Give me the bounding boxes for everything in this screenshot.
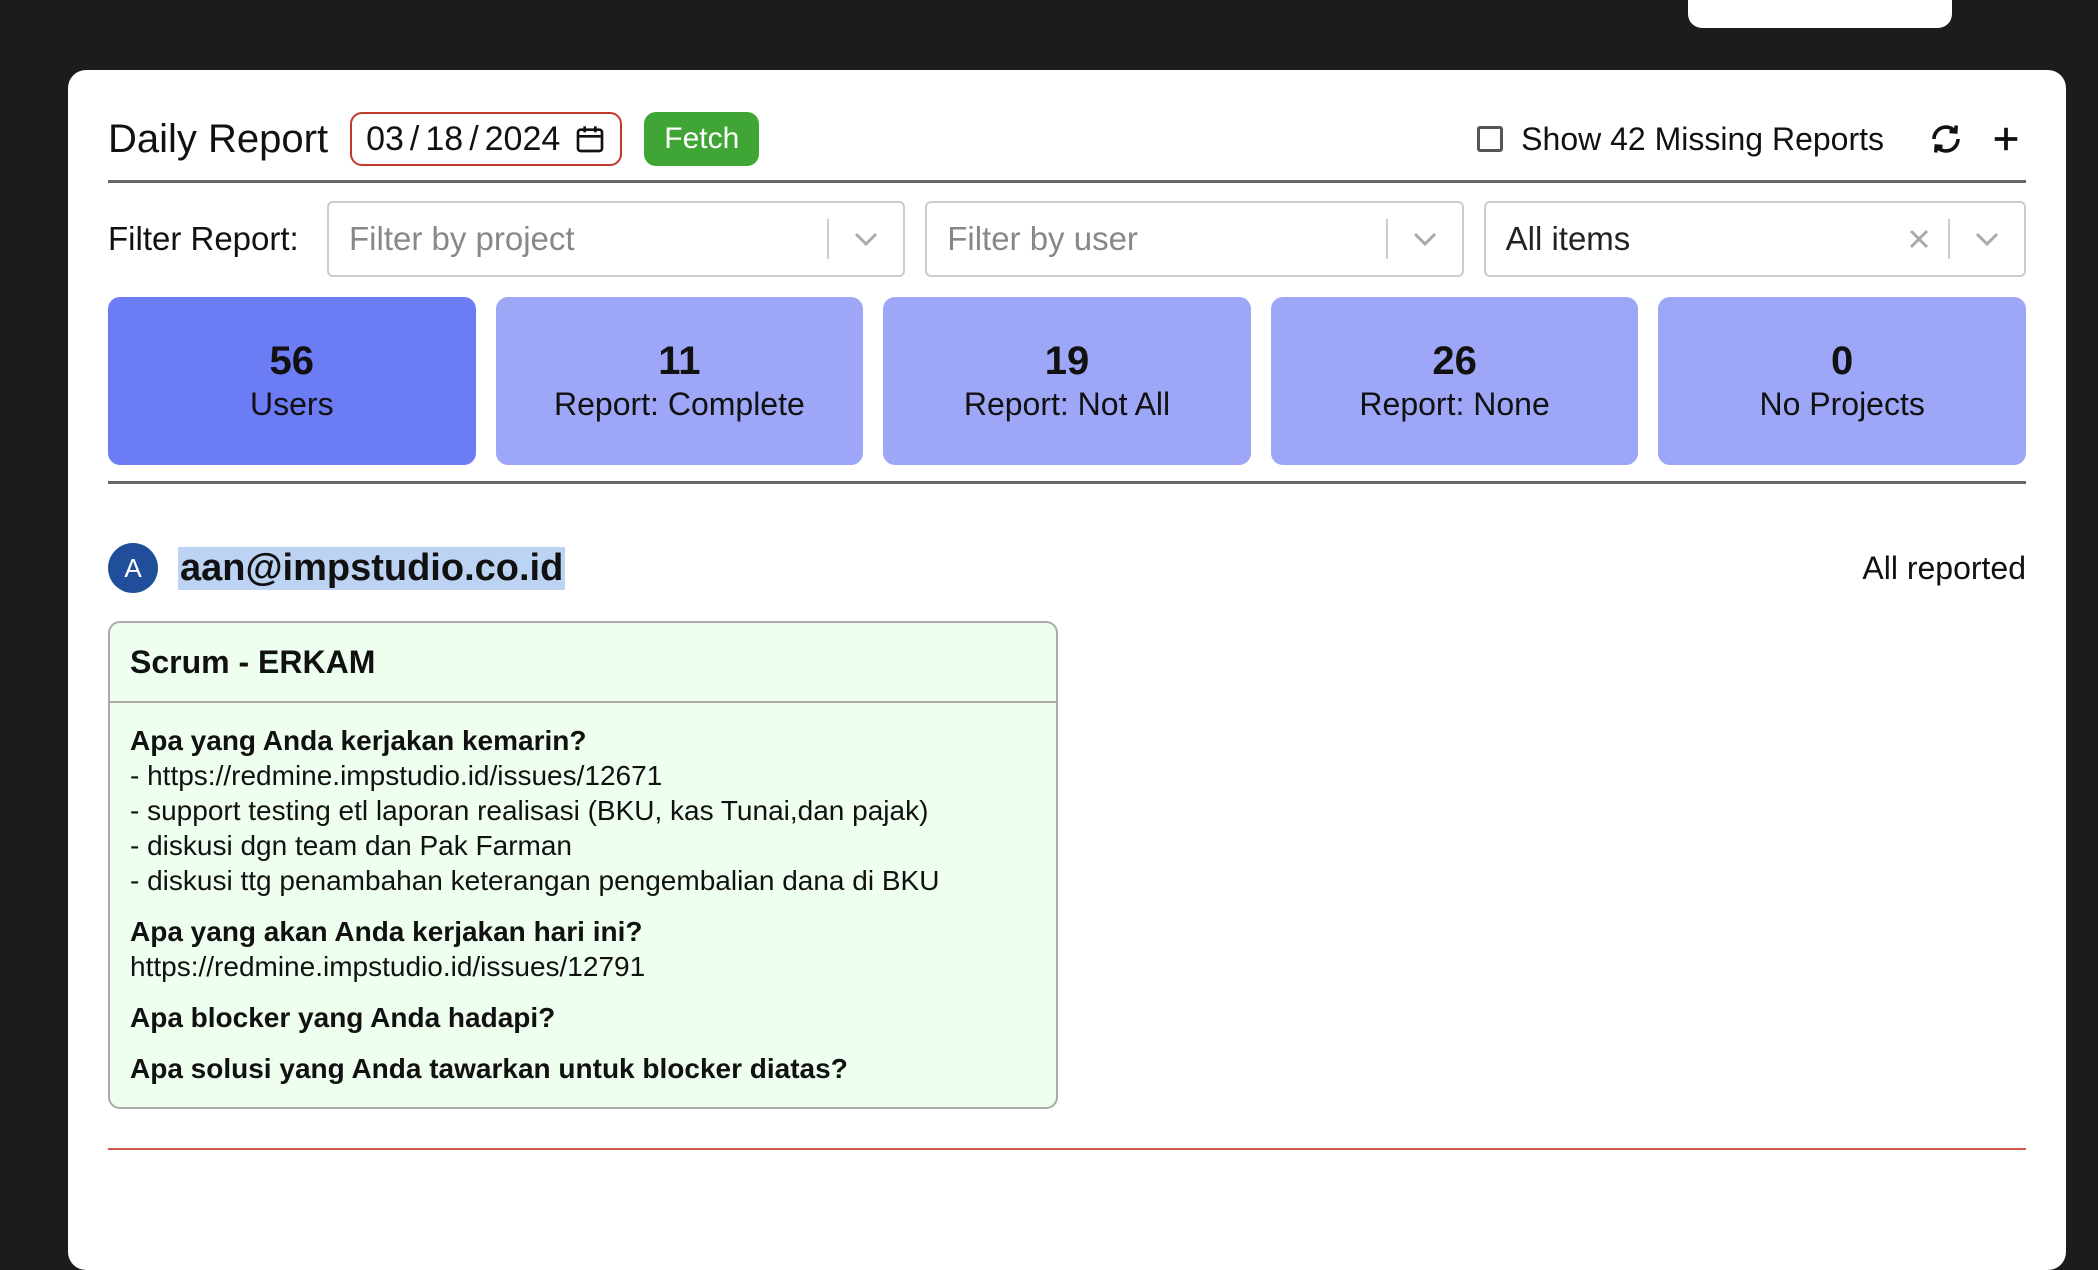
chevron-down-icon[interactable] [1388,231,1462,247]
user-filter-select[interactable]: Filter by user [925,201,1464,277]
stat-label: Users [250,386,334,422]
show-missing-label: Show 42 Missing Reports [1521,120,1884,157]
page-title: Daily Report [108,116,329,161]
stat-label: Report: Not All [963,386,1171,422]
report-card: Scrum - ERKAM Apa yang Anda kerjakan kem… [108,621,1058,1109]
stat-no-projects[interactable]: 0 No Projects [1658,297,2026,465]
chevron-down-icon[interactable] [1950,231,2024,247]
filter-row: Filter Report: Filter by project Filter … [108,201,2026,277]
stat-value: 56 [269,339,315,383]
stat-users[interactable]: 56 Users [108,297,476,465]
question-block: Apa blocker yang Anda hadapi? [130,1000,1036,1035]
report-card-title: Scrum - ERKAM [110,623,1056,703]
question-today: Apa yang akan Anda kerjakan hari ini? [130,916,643,947]
daily-report-panel: Daily Report 03 / 18 / 2024 Fetch Show 4… [68,70,2066,1270]
fetch-button[interactable]: Fetch [644,112,760,166]
date-year[interactable]: 2024 [485,120,561,159]
items-filter-select[interactable]: All items [1483,201,2026,277]
answer-line: - https://redmine.impstudio.id/issues/12… [130,760,663,791]
stat-value: 26 [1432,339,1477,383]
date-separator: / [469,119,479,158]
top-tab [1688,0,1952,28]
answer-line: - diskusi dgn team dan Pak Farman [130,830,572,861]
date-month[interactable]: 03 [366,120,404,159]
filter-label: Filter Report: [108,220,299,257]
stat-report-complete[interactable]: 11 Report: Complete [495,297,864,465]
stat-value: 19 [1044,339,1090,383]
add-icon[interactable] [1986,119,2026,159]
chevron-down-icon[interactable] [829,231,903,247]
stat-value: 0 [1831,339,1854,383]
answer-line: https://redmine.impstudio.id/issues/1279… [130,951,646,982]
project-filter-select[interactable]: Filter by project [327,201,906,277]
refresh-icon[interactable] [1926,119,1966,159]
stat-label: Report: Complete [554,386,805,422]
question-block: Apa yang akan Anda kerjakan hari ini? ht… [130,914,1036,984]
question-yesterday: Apa yang Anda kerjakan kemarin? [130,725,587,756]
question-solution: Apa solusi yang Anda tawarkan untuk bloc… [130,1053,848,1084]
user-report-status: All reported [1862,549,2026,586]
stat-label: No Projects [1759,386,1925,422]
question-blocker: Apa blocker yang Anda hadapi? [130,1002,556,1033]
answer-line: - support testing etl laporan realisasi … [130,795,929,826]
report-header: Daily Report 03 / 18 / 2024 Fetch Show 4… [108,110,2026,168]
user-divider [108,1148,2026,1150]
header-divider [108,180,2026,183]
stats-divider [108,481,2026,484]
date-picker[interactable]: 03 / 18 / 2024 [350,112,623,166]
stat-report-not-all[interactable]: 19 Report: Not All [883,297,1251,465]
stat-value: 11 [658,339,701,383]
clear-icon[interactable] [1890,228,1948,250]
user-row: A aan@impstudio.co.id All reported [108,540,2026,596]
calendar-icon[interactable] [574,123,606,155]
stat-label: Report: None [1359,386,1550,422]
report-card-body: Apa yang Anda kerjakan kemarin? - https:… [110,703,1056,1107]
stat-report-none[interactable]: 26 Report: None [1270,297,1639,465]
user-email[interactable]: aan@impstudio.co.id [178,546,566,590]
avatar: A [108,543,158,593]
show-missing-checkbox[interactable] [1477,126,1504,152]
question-block: Apa solusi yang Anda tawarkan untuk bloc… [130,1051,1036,1086]
stats-row: 56 Users 11 Report: Complete 19 Report: … [108,297,2026,465]
answer-line: - diskusi ttg penambahan keterangan peng… [130,865,940,896]
user-filter-placeholder: Filter by user [947,220,1138,257]
header-actions: Show 42 Missing Reports [1477,119,2026,159]
items-filter-value: All items [1505,220,1631,257]
project-filter-placeholder: Filter by project [349,220,575,257]
date-separator: / [409,119,420,158]
date-day[interactable]: 18 [425,120,463,159]
question-block: Apa yang Anda kerjakan kemarin? - https:… [130,723,1036,898]
